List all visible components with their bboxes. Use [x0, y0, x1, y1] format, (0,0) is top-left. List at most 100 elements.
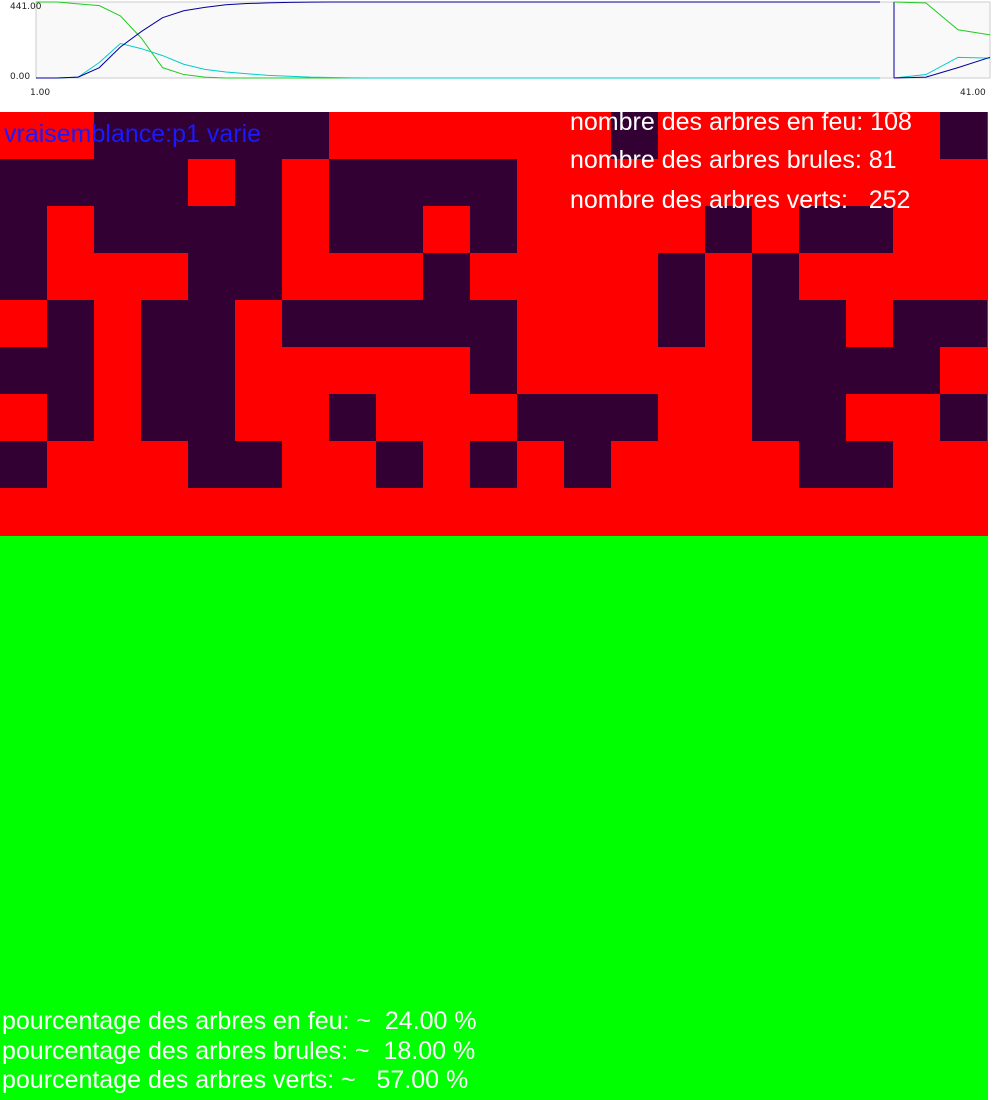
burning-tree-cell [282, 488, 329, 535]
burned-tree-cell [188, 347, 235, 394]
x-tick-start: 1.00 [30, 88, 50, 98]
burning-tree-cell [423, 394, 470, 441]
burning-tree-cell [564, 347, 611, 394]
burning-tree-cell [47, 206, 94, 253]
burning-tree-cell [94, 253, 141, 300]
burned-tree-cell [141, 394, 188, 441]
burning-tree-cell [752, 488, 799, 535]
burning-tree-cell [940, 206, 987, 253]
burning-tree-cell [517, 112, 564, 159]
burned-tree-cell [329, 159, 376, 206]
burning-tree-cell [94, 488, 141, 535]
fire-count-label: nombre des arbres en feu: 108 [570, 108, 912, 136]
burning-tree-cell [376, 112, 423, 159]
burning-tree-cell [517, 300, 564, 347]
burning-tree-cell [611, 253, 658, 300]
chart-plot-area [35, 1, 991, 79]
burned-tree-cell [564, 394, 611, 441]
burned-tree-cell [893, 347, 940, 394]
burning-tree-cell [611, 300, 658, 347]
x-tick-end: 41.00 [960, 88, 986, 98]
burning-tree-cell [188, 488, 235, 535]
burning-tree-cell [235, 347, 282, 394]
burning-tree-cell [658, 441, 705, 488]
burned-tree-cell [470, 206, 517, 253]
burning-tree-cell [376, 347, 423, 394]
burning-tree-cell [705, 300, 752, 347]
burned-tree-cell [799, 300, 846, 347]
burning-tree-cell [517, 253, 564, 300]
burned-tree-cell [940, 394, 987, 441]
forest-fire-grid [0, 112, 988, 536]
burning-tree-cell [470, 394, 517, 441]
burned-tree-cell [376, 300, 423, 347]
burned-tree-cell [752, 394, 799, 441]
burning-tree-cell [517, 441, 564, 488]
burning-tree-cell [470, 253, 517, 300]
burning-tree-cell [47, 488, 94, 535]
right-margin [988, 112, 1000, 1100]
burned-tree-cell [0, 206, 47, 253]
burned-tree-cell [141, 347, 188, 394]
burning-tree-cell [235, 394, 282, 441]
burning-tree-cell [329, 253, 376, 300]
burned-tree-cell [752, 300, 799, 347]
burned-tree-cell [94, 159, 141, 206]
burning-tree-cell [329, 441, 376, 488]
burning-tree-cell [329, 347, 376, 394]
burning-tree-cell [846, 300, 893, 347]
burned-tree-cell [188, 441, 235, 488]
burning-tree-cell [423, 112, 470, 159]
burning-tree-cell [517, 206, 564, 253]
simulation-title: vraisemblance:p1 varie [4, 120, 262, 148]
burned-percent-label: pourcentage des arbres brules: ~ 18.00 % [2, 1037, 476, 1065]
burned-tree-cell [470, 347, 517, 394]
burned-tree-cell [423, 159, 470, 206]
burning-tree-cell [376, 394, 423, 441]
burned-tree-cell [799, 441, 846, 488]
burned-tree-cell [235, 441, 282, 488]
burned-tree-cell [329, 394, 376, 441]
burning-tree-cell [752, 441, 799, 488]
burned-tree-cell [235, 253, 282, 300]
burning-tree-cell [94, 394, 141, 441]
burned-tree-cell [470, 159, 517, 206]
burning-tree-cell [799, 253, 846, 300]
forest-fire-grid-svg [0, 112, 987, 535]
history-chart: 441.00 0.00 1.00 41.00 [0, 0, 1000, 112]
burning-tree-cell [705, 488, 752, 535]
burning-tree-cell [235, 300, 282, 347]
burned-tree-cell [470, 441, 517, 488]
burned-tree-cell [47, 347, 94, 394]
burning-tree-cell [564, 488, 611, 535]
burning-tree-cell [658, 347, 705, 394]
burned-tree-cell [188, 394, 235, 441]
burning-tree-cell [940, 441, 987, 488]
burning-tree-cell [0, 394, 47, 441]
burning-tree-cell [235, 488, 282, 535]
burning-tree-cell [940, 253, 987, 300]
burning-tree-cell [893, 488, 940, 535]
burning-tree-cell [705, 253, 752, 300]
burning-tree-cell [0, 300, 47, 347]
burned-tree-cell [235, 206, 282, 253]
burned-count-label: nombre des arbres brules: 81 [570, 146, 897, 174]
burning-tree-cell [611, 488, 658, 535]
burned-tree-cell [329, 206, 376, 253]
burning-tree-cell [470, 488, 517, 535]
burned-tree-cell [376, 206, 423, 253]
burned-tree-cell [47, 394, 94, 441]
burned-tree-cell [893, 300, 940, 347]
burning-tree-cell [705, 394, 752, 441]
y-tick-min: 0.00 [10, 72, 30, 82]
burned-tree-cell [752, 347, 799, 394]
burning-tree-cell [423, 206, 470, 253]
burning-tree-cell [94, 441, 141, 488]
burning-tree-cell [423, 347, 470, 394]
burning-tree-cell [282, 347, 329, 394]
burning-tree-cell [564, 300, 611, 347]
burned-tree-cell [940, 112, 987, 159]
burned-tree-cell [282, 300, 329, 347]
burning-tree-cell [846, 394, 893, 441]
burning-tree-cell [188, 159, 235, 206]
